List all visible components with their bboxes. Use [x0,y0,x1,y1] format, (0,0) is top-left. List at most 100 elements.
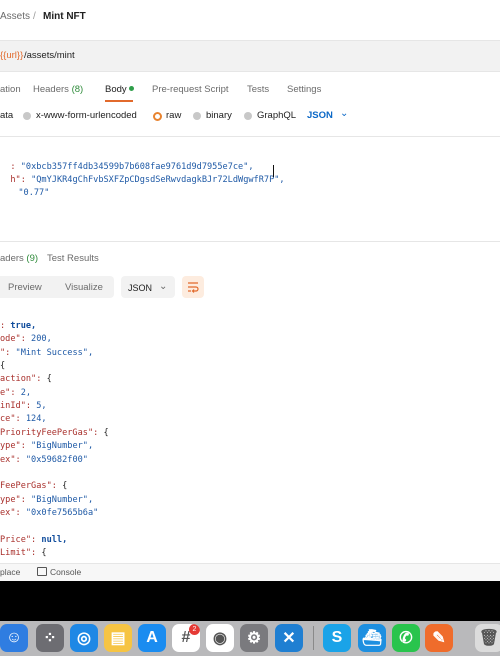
tab-pre-request-script[interactable]: Pre-request Script [152,84,229,95]
request-url-input[interactable]: {{url}} /assets/mint [0,40,500,72]
tab-headers[interactable]: Headers (8) [33,84,83,95]
code-value: 124, [20,414,47,425]
app-store-icon[interactable]: A [138,624,166,652]
wrap-lines-icon [188,282,199,293]
url-variable: {{url}} [0,50,24,61]
response-body-line: PriorityFeePerGas": { [0,428,109,438]
slack-icon[interactable]: #2 [172,624,200,652]
docker-glyph: ⛴ [361,630,383,647]
code-key: ype": [0,494,26,505]
code-key: e": [0,387,16,398]
response-body-line: action": { [0,374,52,384]
skype-icon[interactable]: S [323,624,351,652]
code-key: PriorityFeePerGas": [0,427,99,438]
radio-binary[interactable] [193,112,201,120]
response-headers-count: (9) [26,253,39,264]
response-body-line: ex": "0x59682f00" [0,455,88,465]
response-tab-headers-label: aders [0,253,24,264]
docker-icon[interactable]: ⛴ [358,624,386,652]
breadcrumb-current[interactable]: Mint NFT [43,11,86,22]
breadcrumb-parent[interactable]: Assets [0,11,30,22]
code-key: FeePerGas": [0,481,57,492]
body-type-urlencoded[interactable]: x-www-form-urlencoded [36,110,137,121]
safari-glyph: ◎ [77,630,91,647]
view-preview-button[interactable]: Preview [8,282,42,293]
response-tab-test-results[interactable]: Test Results [47,253,99,264]
postman-glyph: ✎ [432,630,446,647]
vscode-icon[interactable]: ✕ [275,624,303,652]
vscode-glyph: ✕ [282,630,296,647]
tab-headers-count: (8) [71,84,84,95]
url-path: /assets/mint [24,50,75,61]
body-type-form-data[interactable]: ata [0,110,13,121]
active-tab-indicator [105,100,133,102]
body-type-graphql[interactable]: GraphQL [257,110,296,121]
response-body-line: ode": 200, [0,334,52,344]
code-key: Price": [0,534,37,545]
view-visualize-button[interactable]: Visualize [65,282,103,293]
status-console[interactable]: Console [50,567,81,577]
response-body-line: : true, [0,321,36,331]
code-key: ype": [0,441,26,452]
finder-glyph: ☺ [5,629,23,646]
tab-tests[interactable]: Tests [247,84,269,95]
skype-glyph: S [331,629,343,646]
system-settings-glyph: ⚙ [246,630,262,647]
postman-icon[interactable]: ✎ [425,624,453,652]
whatsapp-icon[interactable]: ✆ [392,624,420,652]
tab-settings[interactable]: Settings [287,84,321,95]
divider [0,241,500,242]
trash-icon[interactable]: 🗑 [475,624,500,652]
text-cursor [273,165,274,177]
code-value: 2, [15,387,32,398]
body-type-raw[interactable]: raw [166,110,181,121]
tab-authorization[interactable]: ation [0,84,21,95]
status-find-replace[interactable]: place [0,567,20,577]
chevron-down-icon: ⌄ [159,281,168,292]
code-key: ode": [0,334,26,345]
breadcrumb: Assets / Mint NFT [0,0,500,34]
code-value: "QmYJKR4gChFvbSXFZpCDgsdSeRwvdagkBJr72Ld… [31,175,285,185]
code-key: ex": [0,454,21,465]
divider [0,136,500,137]
chrome-icon[interactable]: ◉ [206,624,234,652]
radio-raw[interactable] [153,112,162,121]
response-body-line: inId": 5, [0,401,47,411]
chevron-down-icon[interactable]: ⌄ [340,108,348,119]
body-format-select[interactable]: JSON [307,110,333,121]
code-value: { [56,481,68,492]
whatsapp-glyph: ✆ [399,630,413,647]
code-key: ex": [0,507,21,518]
radio-graphql[interactable] [244,112,252,120]
radio-urlencoded[interactable] [23,112,31,120]
safari-icon[interactable]: ◎ [70,624,98,652]
tab-headers-label: Headers [33,84,69,95]
screen-gap [0,581,500,621]
response-body-line: FeePerGas": { [0,481,67,491]
code-value: "Mint Success", [10,347,94,358]
code-key: ": [0,347,11,358]
tab-body[interactable]: Body [105,84,127,95]
trash-glyph: 🗑 [478,630,500,647]
launchpad-icon[interactable]: ⁘ [36,624,64,652]
code-value: "BigNumber", [25,441,94,452]
response-tab-headers[interactable]: aders (9) [0,253,38,264]
wrap-lines-button[interactable] [182,276,204,298]
code-value: 5, [31,401,47,412]
code-value: "BigNumber", [25,494,94,505]
chrome-glyph: ◉ [213,630,227,647]
system-settings-icon[interactable]: ⚙ [240,624,268,652]
notes-icon[interactable]: ▤ [104,624,132,652]
code-value: "0.77" [18,188,50,198]
code-key: inId": [0,401,32,412]
response-body-line: ": "Mint Success", [0,348,93,358]
code-value: "0x59682f00" [20,454,88,465]
code-key: Limit": [0,547,37,558]
body-type-binary[interactable]: binary [206,110,232,121]
code-value: { [0,361,6,372]
launchpad-glyph: ⁘ [43,630,57,647]
code-value: { [41,374,52,385]
finder-icon[interactable]: ☺ [0,624,28,652]
request-body-line[interactable]: "0.77" [8,178,49,198]
code-key: action": [0,374,42,385]
